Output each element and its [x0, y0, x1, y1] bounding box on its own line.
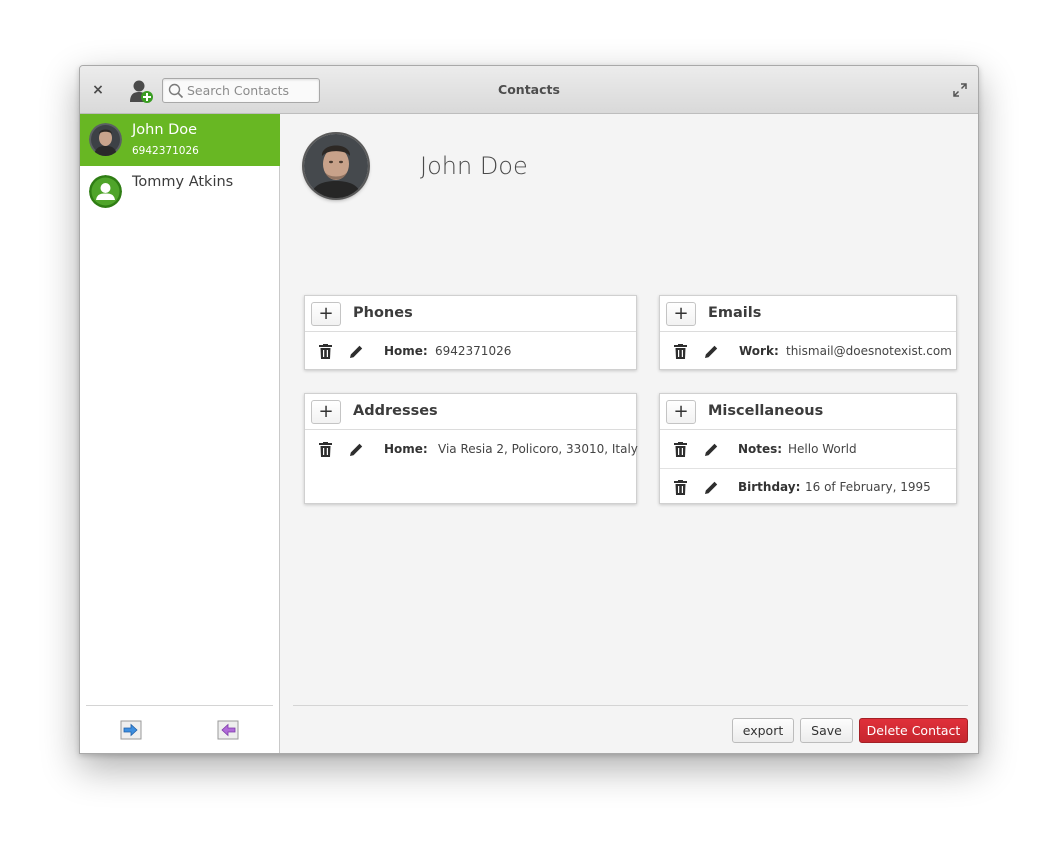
trash-icon[interactable]: [319, 344, 332, 359]
phone-row: Home: 6942371026: [305, 333, 636, 370]
row-label: Notes:: [738, 442, 783, 456]
add-phone-button[interactable]: +: [311, 302, 341, 326]
phones-card: + Phones Home: 6942371026: [304, 295, 637, 370]
address-value[interactable]: Via Resia 2, Policoro, 33010, Italy: [438, 442, 638, 456]
save-button[interactable]: Save: [800, 718, 853, 743]
contact-list-item[interactable]: Tommy Atkins: [80, 166, 280, 218]
birthday-row: Birthday: 16 of February, 1995: [660, 468, 956, 505]
avatar-icon: [89, 175, 122, 208]
address-row: Home: Via Resia 2, Policoro, 33010, Ital…: [305, 431, 638, 468]
sidebar-divider: [86, 705, 273, 706]
maximize-button[interactable]: [952, 82, 968, 98]
emails-card: + Emails Work: thismail@doesnotexist.com: [659, 295, 957, 370]
contacts-sidebar: John Doe 6942371026 Tommy Atkins: [80, 114, 280, 753]
phone-value[interactable]: 6942371026: [435, 344, 511, 358]
contact-detail: John Doe + Phones Home: 6942371026 + Ema…: [281, 114, 978, 753]
card-header: + Emails: [660, 296, 956, 332]
pencil-icon[interactable]: [703, 480, 719, 496]
contact-full-name[interactable]: John Doe: [420, 152, 528, 180]
row-label: Work:: [739, 344, 779, 358]
search-input[interactable]: [187, 80, 317, 101]
card-header: + Miscellaneous: [660, 394, 956, 430]
card-title: Phones: [353, 305, 413, 321]
close-icon[interactable]: ×: [89, 80, 107, 100]
row-label: Home:: [384, 344, 428, 358]
card-header: + Phones: [305, 296, 636, 332]
export-button[interactable]: export: [732, 718, 794, 743]
search-box: [162, 78, 320, 103]
add-misc-button[interactable]: +: [666, 400, 696, 424]
export-arrow-button[interactable]: [217, 720, 239, 740]
trash-icon[interactable]: [319, 442, 332, 457]
add-email-button[interactable]: +: [666, 302, 696, 326]
card-title: Addresses: [353, 403, 438, 419]
notes-value[interactable]: Hello World: [788, 442, 857, 456]
add-contact-button[interactable]: [128, 78, 154, 104]
import-icon: [120, 720, 142, 740]
card-title: Emails: [708, 305, 762, 321]
avatar[interactable]: [304, 134, 368, 198]
email-value[interactable]: thismail@doesnotexist.com: [786, 344, 952, 358]
pencil-icon[interactable]: [348, 442, 364, 458]
delete-contact-button[interactable]: Delete Contact: [859, 718, 968, 743]
trash-icon[interactable]: [674, 480, 687, 495]
row-label: Birthday:: [738, 480, 801, 494]
row-label: Home:: [384, 442, 428, 456]
contact-list-item[interactable]: John Doe 6942371026: [80, 114, 280, 166]
card-header: + Addresses: [305, 394, 636, 430]
maximize-icon: [953, 83, 967, 97]
footer-divider: [293, 705, 968, 706]
contacts-window: × Contacts: [79, 65, 979, 754]
header-bar: × Contacts: [80, 66, 978, 114]
pencil-icon[interactable]: [348, 344, 364, 360]
addresses-card: + Addresses Home: Via Resia 2, Policoro,…: [304, 393, 638, 504]
contact-name: John Doe: [132, 122, 198, 138]
birthday-value[interactable]: 16 of February, 1995: [805, 480, 931, 494]
export-icon: [217, 720, 239, 740]
import-button[interactable]: [120, 720, 142, 740]
notes-row: Notes: Hello World: [660, 431, 956, 468]
search-icon: [168, 83, 184, 99]
contact-phone: 6942371026: [132, 145, 199, 157]
add-contact-icon: [130, 80, 153, 103]
trash-icon[interactable]: [674, 442, 687, 457]
pencil-icon[interactable]: [703, 344, 719, 360]
email-row: Work: thismail@doesnotexist.com: [660, 333, 956, 370]
add-address-button[interactable]: +: [311, 400, 341, 424]
card-title: Miscellaneous: [708, 403, 824, 419]
trash-icon[interactable]: [674, 344, 687, 359]
pencil-icon[interactable]: [703, 442, 719, 458]
contact-name: Tommy Atkins: [132, 174, 234, 190]
miscellaneous-card: + Miscellaneous Notes: Hello World Birth…: [659, 393, 957, 504]
avatar: [89, 123, 122, 156]
